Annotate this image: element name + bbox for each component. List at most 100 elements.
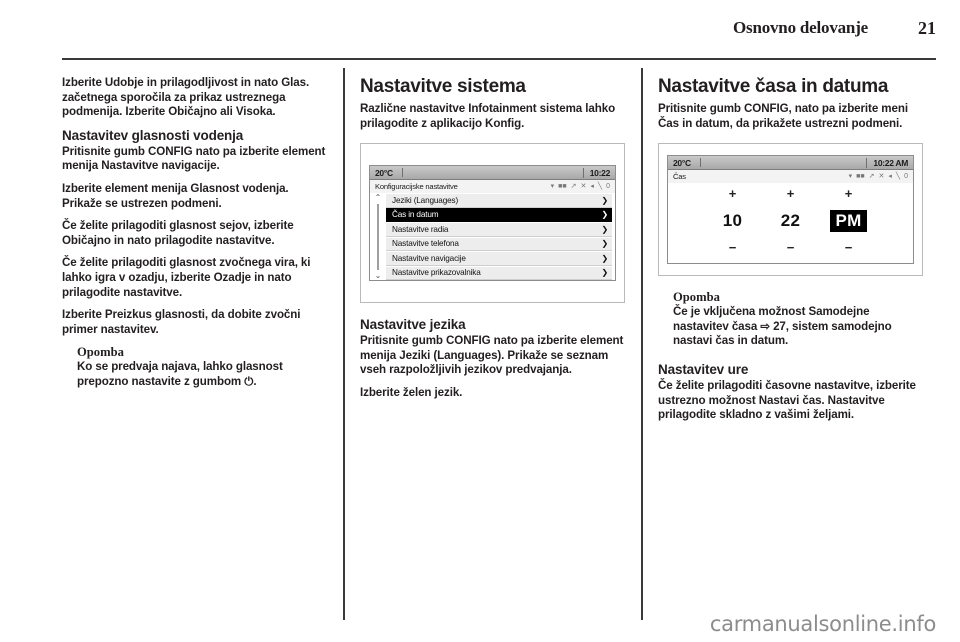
config-menu-items: Jeziki (Languages) ❯ Čas in datum ❯ Nast… (386, 193, 615, 281)
shuffle-icon: ✕ (580, 183, 587, 191)
config-scrollbar[interactable]: ⌃ ⌄ (370, 193, 386, 280)
mute-icon: ↗ (570, 183, 577, 191)
shuffle-icon: ✕ (878, 173, 885, 181)
wifi-icon: ▾ (550, 183, 555, 191)
config-status-bar: 20°C 10:22 (370, 166, 615, 181)
menu-item-label: Nastavitve radia (392, 224, 449, 234)
menu-item-phone-settings[interactable]: Nastavitve telefona ❯ (386, 236, 612, 252)
infotainment-display-config: 20°C 10:22 Konfiguracijske nastavitve ▾ … (369, 165, 616, 282)
menu-item-label: Jeziki (Languages) (392, 195, 459, 205)
time-status-bar: 20°C 10:22 AM (668, 156, 913, 171)
left-section1-p2: Izberite element menija Glasnost vodenja… (62, 181, 289, 210)
right-note-body: Če je vključena možnost Samodejne nastav… (673, 305, 892, 348)
language-settings-title: Nastavitve jezika (360, 317, 466, 333)
screenshot-config-menu: 20°C 10:22 Konfiguracijske nastavitve ▾ … (360, 143, 625, 304)
chevron-right-icon: ❯ (601, 195, 608, 205)
page-header: Osnovno delovanje 21 (62, 18, 936, 56)
left-section1-p3: Če želite prilagoditi glasnost sejov, iz… (62, 219, 294, 247)
menu-item-label: Nastavitve prikazovalnika (392, 268, 481, 278)
left-intro-paragraph: Izberite Udobje in prilagodljivost in na… (62, 76, 310, 119)
middle-column: Nastavitve sistema Različne nastavitve I… (360, 76, 625, 409)
language-settings-p2: Izberite želen jezik. (360, 385, 463, 399)
config-clock: 10:22 (582, 167, 610, 178)
config-title-row: Konfiguracijske nastavitve ▾ ■■ ↗ ✕ ◂ ╲ … (370, 180, 615, 194)
hour-decrement-button[interactable]: − (712, 238, 754, 258)
manual-page: Osnovno delovanje 21 Izberite Udobje in … (0, 0, 960, 642)
site-watermark: carmanualsonline.info (709, 612, 936, 636)
time-date-settings-intro: Pritisnite gumb CONFIG, nato pa izberite… (658, 102, 908, 130)
clock-setting-title: Nastavitev ure (658, 361, 749, 377)
column-divider-right (641, 68, 643, 620)
config-temperature: 20°C (375, 167, 393, 178)
bluetooth-icon: 0 (904, 173, 908, 181)
config-status-icon-group: ▾ ■■ ↗ ✕ ◂ ╲ 0 (551, 183, 610, 190)
hour-increment-button[interactable]: + (712, 184, 754, 204)
system-settings-intro: Različne nastavitve Infotainment sistema… (360, 102, 616, 130)
menu-item-time-and-date[interactable]: Čas in datum ❯ (386, 207, 612, 223)
chevron-right-icon: ❯ (601, 268, 608, 278)
menu-item-radio-settings[interactable]: Nastavitve radia ❯ (386, 222, 612, 237)
speaker-off-icon: ◂ (888, 173, 892, 181)
left-section1-title: Nastavitev glasnosti vodenja (62, 127, 244, 143)
language-settings-p1: Pritisnite gumb CONFIG nato pa izberite … (360, 334, 624, 377)
menu-item-languages[interactable]: Jeziki (Languages) ❯ (386, 193, 612, 208)
screenshot-time-setter: 20°C 10:22 AM Čas ▾ ■■ ↗ ✕ ◂ ╲ 0 + 10 − … (658, 143, 923, 277)
left-section1-p4: Če želite prilagoditi glasnost zvočnega … (62, 256, 311, 299)
menu-item-label: Čas in datum (392, 210, 439, 220)
left-note: Opomba Ko se predvaja najava, lahko glas… (77, 345, 327, 389)
chevron-right-icon: ❯ (601, 210, 608, 220)
config-screen-title: Konfiguracijske nastavitve (375, 182, 458, 192)
right-note-title: Opomba (673, 290, 720, 305)
meridiem-value[interactable]: PM (830, 210, 867, 233)
media-icon: ■■ (856, 173, 865, 181)
page-number: 21 (918, 18, 936, 38)
system-settings-heading: Nastavitve sistema (360, 76, 526, 97)
page-title: Osnovno delovanje (733, 18, 868, 37)
minute-value[interactable]: 22 (776, 210, 806, 232)
left-note-title: Opomba (77, 345, 124, 360)
phone-icon: ╲ (895, 173, 901, 181)
scroll-up-icon[interactable]: ⌃ (375, 194, 382, 202)
phone-icon: ╲ (597, 183, 603, 191)
header-divider-rule (62, 58, 936, 60)
right-note: Opomba Če je vključena možnost Samodejne… (673, 290, 923, 349)
menu-item-label: Nastavitve navigacije (392, 253, 466, 263)
meridiem-increment-button[interactable]: + (828, 184, 870, 204)
time-setter-controls: + 10 − + 22 − + PM − (668, 183, 913, 264)
time-title-row: Čas ▾ ■■ ↗ ✕ ◂ ╲ 0 (668, 170, 913, 184)
speaker-off-icon: ◂ (590, 183, 594, 191)
time-status-icon-group: ▾ ■■ ↗ ✕ ◂ ╲ 0 (849, 173, 908, 180)
chevron-right-icon: ❯ (601, 224, 608, 234)
time-screen-title: Čas (673, 172, 686, 182)
scroll-track[interactable] (377, 204, 379, 271)
minute-stepper: + 22 − (770, 184, 812, 258)
hour-value[interactable]: 10 (718, 210, 748, 232)
bluetooth-icon: 0 (606, 183, 610, 191)
menu-item-navigation-settings[interactable]: Nastavitve navigacije ❯ (386, 251, 612, 266)
menu-item-label: Nastavitve telefona (392, 239, 459, 249)
time-temperature: 20°C (673, 157, 691, 168)
time-date-settings-heading: Nastavitve časa in datuma (658, 76, 889, 97)
meridiem-stepper: + PM − (828, 184, 870, 258)
menu-item-display-settings[interactable]: Nastavitve prikazovalnika ❯ (386, 265, 612, 281)
meridiem-decrement-button[interactable]: − (828, 238, 870, 258)
left-section1-p5: Izberite Preizkus glasnosti, da dobite z… (62, 308, 301, 336)
left-note-body: Ko se predvaja najava, lahko glasnost pr… (77, 360, 283, 388)
wifi-icon: ▾ (848, 173, 853, 181)
media-icon: ■■ (558, 183, 567, 191)
footer-rule (62, 600, 936, 601)
config-status-separator (401, 168, 403, 178)
time-status-separator (699, 158, 701, 168)
minute-decrement-button[interactable]: − (770, 238, 812, 258)
minute-increment-button[interactable]: + (770, 184, 812, 204)
scroll-down-icon[interactable]: ⌄ (375, 272, 382, 280)
hour-stepper: + 10 − (712, 184, 754, 258)
config-menu-list: ⌃ ⌄ Jeziki (Languages) ❯ Čas in datum ❯ (370, 193, 615, 281)
time-clock: 10:22 AM (866, 157, 908, 168)
left-column: Izberite Udobje in prilagodljivost in na… (62, 76, 327, 398)
infotainment-display-time: 20°C 10:22 AM Čas ▾ ■■ ↗ ✕ ◂ ╲ 0 + 10 − … (667, 155, 914, 265)
mute-icon: ↗ (868, 173, 875, 181)
chevron-right-icon: ❯ (601, 239, 608, 249)
right-column: Nastavitve časa in datuma Pritisnite gum… (658, 76, 923, 431)
clock-setting-p1: Če želite prilagoditi časovne nastavitve… (658, 378, 916, 422)
